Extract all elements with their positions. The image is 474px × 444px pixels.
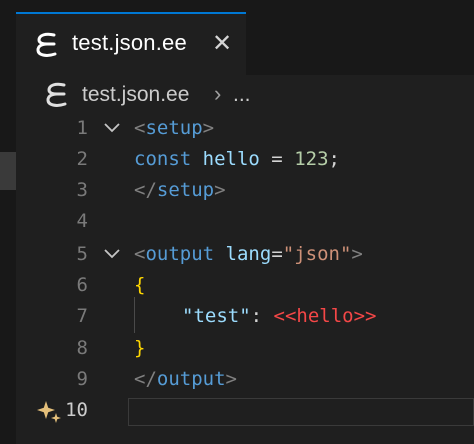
code-line[interactable]: 8 } [16, 334, 474, 365]
tag-bracket: > [225, 368, 237, 390]
code-text: "test": <<hello>> [182, 305, 376, 327]
tab-title: test.json.ee [72, 30, 187, 55]
line-number: 5 [76, 243, 88, 265]
keyword: const [134, 148, 192, 170]
line-number: 2 [76, 148, 88, 170]
ee-file-icon [36, 32, 57, 57]
editor: test.json.ee ✕ test.json.ee › ... 1 <set… [16, 0, 474, 444]
brace: } [134, 337, 146, 359]
tag-bracket: </ [134, 179, 157, 201]
tag-bracket: > [202, 117, 215, 139]
brace: { [134, 274, 146, 296]
line-number: 8 [76, 337, 88, 359]
code-line[interactable]: 7 "test": <<hello>> [16, 302, 474, 333]
code-line[interactable]: 6 { [16, 271, 474, 302]
number-literal: 123 [294, 148, 329, 170]
variable: hello [202, 148, 260, 170]
line-number: 4 [76, 210, 88, 232]
tag-bracket: > [351, 243, 363, 265]
code-line[interactable]: 3 </setup> [16, 176, 474, 207]
code-line[interactable]: 1 <setup> [16, 114, 474, 145]
activity-bar [0, 0, 16, 444]
close-icon[interactable]: ✕ [212, 30, 232, 58]
tag-bracket: > [214, 179, 226, 201]
line-number: 7 [76, 305, 88, 327]
code-line[interactable]: 10 [16, 396, 474, 427]
code-text: <setup> [134, 117, 214, 139]
tag-bracket: < [134, 243, 146, 265]
chevron-down-icon[interactable] [102, 244, 122, 264]
tab-test-json-ee[interactable]: test.json.ee ✕ [16, 12, 246, 75]
line-number: 6 [76, 274, 88, 296]
tag-name: output [156, 368, 226, 390]
breadcrumb-more[interactable]: ... [233, 83, 251, 107]
code-line[interactable]: 4 [16, 207, 474, 238]
tag-bracket: < [134, 117, 146, 139]
json-key: "test" [182, 305, 251, 327]
line-number: 1 [76, 117, 88, 139]
tag-bracket: </ [134, 368, 157, 390]
line-number: 10 [65, 399, 88, 421]
code-line[interactable]: 5 <output lang="json"> [16, 240, 474, 271]
code-text: } [134, 337, 145, 359]
tag-name: output [145, 243, 215, 265]
breadcrumb: test.json.ee › ... [16, 75, 474, 117]
tag-name: setup [145, 117, 203, 139]
ee-file-icon [46, 82, 67, 107]
code-text: </setup> [134, 179, 226, 201]
equals: = [271, 243, 283, 265]
colon: : [250, 305, 274, 327]
interpolation: <<hello>> [273, 305, 377, 327]
breadcrumb-separator: › [214, 81, 222, 106]
line-number: 9 [76, 368, 88, 390]
code-text: </output> [134, 368, 237, 390]
breadcrumb-file[interactable]: test.json.ee [82, 83, 189, 107]
attribute-value: "json" [282, 243, 352, 265]
code-line[interactable]: 2 const hello = 123; [16, 145, 474, 176]
chevron-down-icon[interactable] [102, 118, 122, 138]
semicolon: ; [328, 148, 340, 170]
operator: = [259, 148, 295, 170]
code-text: <output lang="json"> [134, 243, 363, 265]
tag-name: setup [156, 179, 215, 201]
code-text: const hello = 123; [134, 148, 340, 170]
code-text: { [134, 274, 145, 296]
code-line[interactable]: 9 </output> [16, 365, 474, 396]
tab-bar: test.json.ee ✕ [16, 0, 474, 75]
line-number: 3 [76, 179, 88, 201]
attribute-name: lang [225, 243, 272, 265]
activity-bar-active-indicator[interactable] [0, 152, 16, 190]
